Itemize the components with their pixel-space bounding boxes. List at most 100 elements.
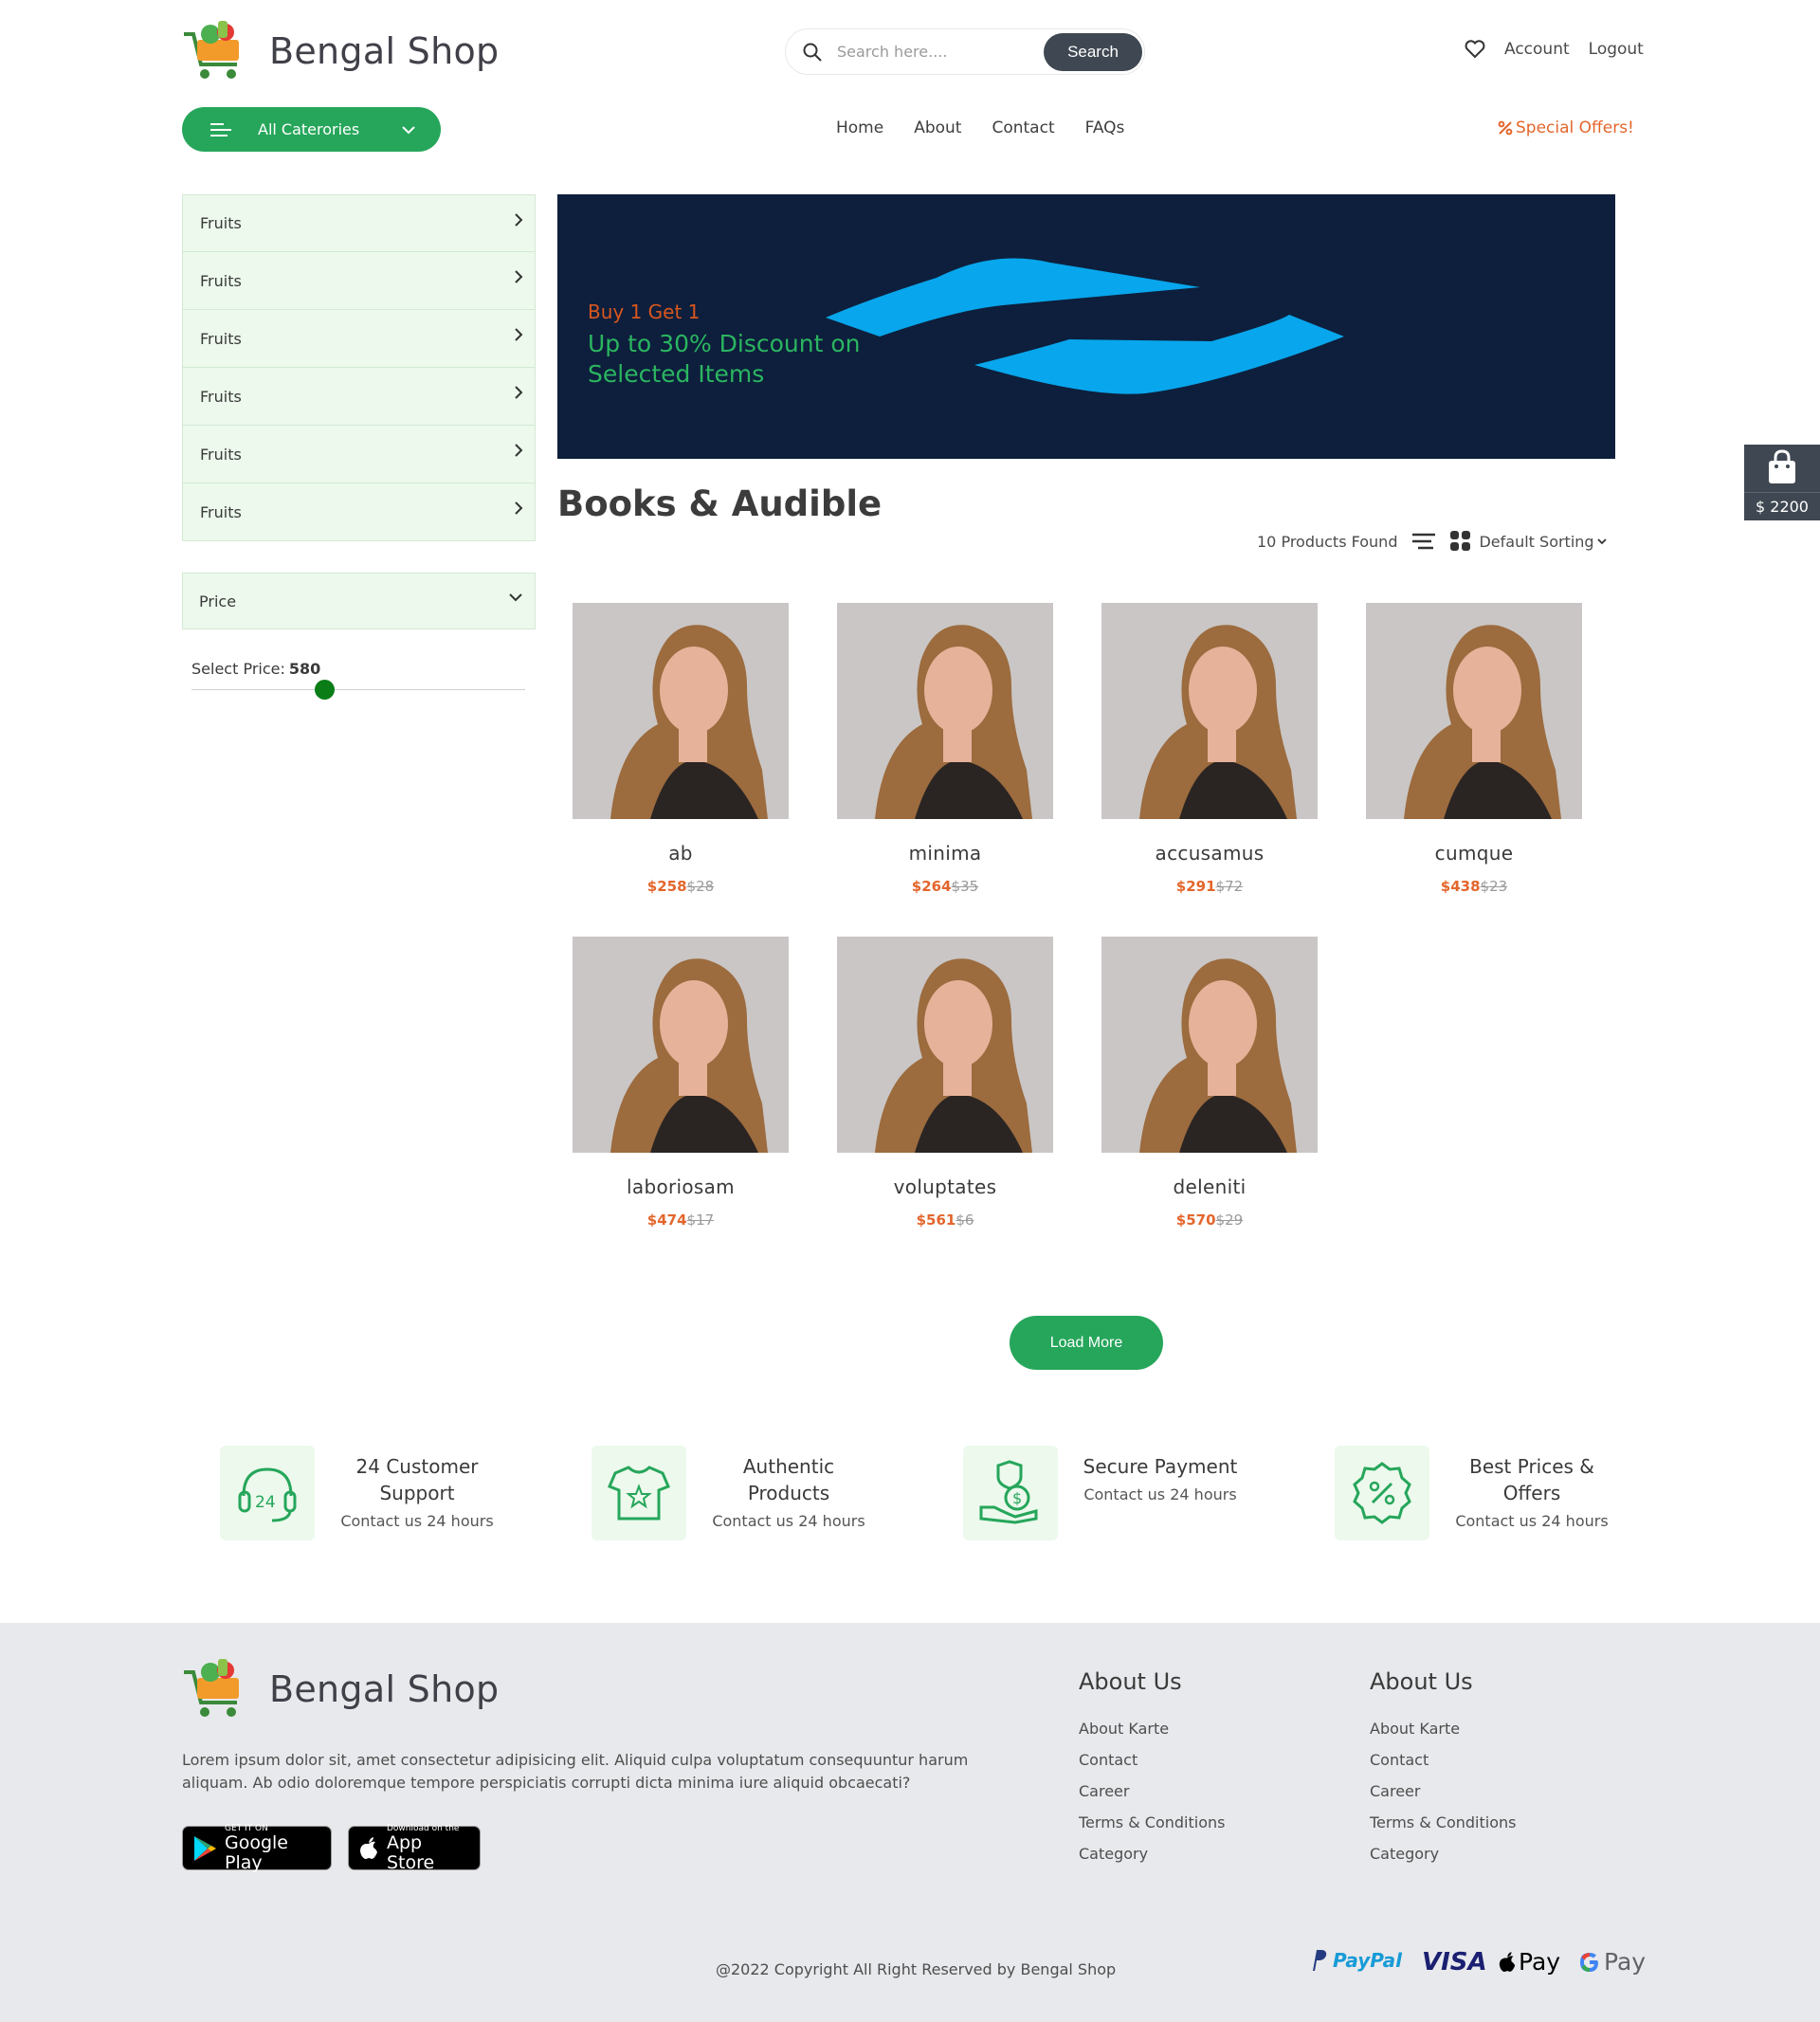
wishlist-heart-icon[interactable] <box>1465 40 1485 59</box>
footer-column-1: About Us About Karte Contact Career Term… <box>1079 1668 1225 1876</box>
footer-link-category[interactable]: Category <box>1079 1845 1225 1863</box>
price-filter-toggle[interactable]: Price <box>182 573 536 629</box>
main-navigation: Home About Contact FAQs <box>836 118 1155 137</box>
special-offers-label: Special Offers! <box>1516 118 1634 137</box>
product-prices: $561$6 <box>837 1211 1053 1229</box>
product-prices: $570$29 <box>1101 1211 1318 1229</box>
sidebar-item-fruits[interactable]: Fruits <box>182 310 536 368</box>
google-play-button[interactable]: GET IT ON Google Play <box>182 1823 332 1872</box>
footer-link-terms[interactable]: Terms & Conditions <box>1079 1813 1225 1831</box>
footer-link-about-karte[interactable]: About Karte <box>1370 1720 1516 1738</box>
footer-column-2: About Us About Karte Contact Career Term… <box>1370 1668 1516 1876</box>
product-image[interactable] <box>837 937 1053 1153</box>
product-image[interactable] <box>837 603 1053 819</box>
product-card[interactable]: deleniti $570$29 <box>1101 937 1318 1229</box>
product-card[interactable]: cumque $438$23 <box>1366 603 1582 895</box>
footer-link-contact[interactable]: Contact <box>1370 1751 1516 1769</box>
product-old-price: $17 <box>686 1211 715 1229</box>
product-card[interactable]: accusamus $291$72 <box>1101 603 1318 895</box>
footer-link-category[interactable]: Category <box>1370 1845 1516 1863</box>
product-old-price: $29 <box>1215 1211 1244 1229</box>
list-view-icon[interactable] <box>1412 532 1436 551</box>
feature-subtitle: Contact us 24 hours <box>1455 1512 1609 1530</box>
headset-24-icon: 24 <box>220 1446 315 1540</box>
load-more-button[interactable]: Load More <box>1010 1316 1163 1370</box>
app-store-button[interactable]: Download on the App Store <box>348 1824 481 1872</box>
shopping-cart-logo-icon <box>184 1659 239 1717</box>
banner-discount-line: Up to 30% Discount on Selected Items <box>588 330 861 388</box>
chevron-right-icon <box>514 212 523 228</box>
categories-label: All Caterories <box>258 120 360 138</box>
product-price: $570 <box>1175 1211 1216 1229</box>
sidebar-item-fruits[interactable]: Fruits <box>182 252 536 310</box>
sorting-dropdown[interactable]: Default Sorting <box>1479 533 1607 551</box>
nav-faqs[interactable]: FAQs <box>1085 118 1125 137</box>
special-offers-link[interactable]: Special Offers! <box>1498 118 1634 137</box>
feature-title: Secure Payment <box>1083 1455 1238 1478</box>
sidebar-item-label: Fruits <box>200 387 242 406</box>
chevron-down-icon <box>1596 537 1607 545</box>
floating-cart[interactable]: $ 2200 <box>1744 445 1820 520</box>
price-slider-track[interactable] <box>191 689 525 690</box>
footer-link-terms[interactable]: Terms & Conditions <box>1370 1813 1516 1831</box>
footer-link-career[interactable]: Career <box>1370 1782 1516 1800</box>
apple-icon <box>1498 1951 1517 1974</box>
google-play-small: GET IT ON <box>225 1823 268 1833</box>
product-toolbar: 10 Products Found Default Sorting <box>1257 531 1607 552</box>
product-image[interactable] <box>1101 603 1318 819</box>
chevron-right-icon <box>514 269 523 284</box>
product-card[interactable]: voluptates $561$6 <box>837 937 1053 1229</box>
logout-link[interactable]: Logout <box>1589 40 1644 59</box>
nav-home[interactable]: Home <box>836 118 883 137</box>
footer-brand-name: Bengal Shop <box>269 1668 500 1710</box>
product-card[interactable]: minima $264$35 <box>837 603 1053 895</box>
feature-authentic-products: Authentic Products Contact us 24 hours <box>592 1446 874 1540</box>
product-image[interactable] <box>573 937 789 1153</box>
product-name[interactable]: voluptates <box>837 1175 1053 1198</box>
account-link[interactable]: Account <box>1504 40 1570 59</box>
feature-title: 24 Customer Support <box>355 1455 479 1504</box>
product-image[interactable] <box>1101 937 1318 1153</box>
grid-view-icon[interactable] <box>1450 531 1471 552</box>
feature-subtitle: Contact us 24 hours <box>712 1512 865 1530</box>
product-name[interactable]: minima <box>837 842 1053 865</box>
product-image[interactable] <box>573 603 789 819</box>
sidebar-item-fruits[interactable]: Fruits <box>182 483 536 541</box>
search-bar: Search <box>785 28 1145 75</box>
product-prices: $474$17 <box>573 1211 789 1229</box>
apple-pay-text: Pay <box>1519 1948 1561 1976</box>
sidebar-item-fruits[interactable]: Fruits <box>182 368 536 426</box>
search-button[interactable]: Search <box>1044 33 1142 71</box>
footer-logo[interactable]: Bengal Shop <box>182 1659 499 1720</box>
footer-link-contact[interactable]: Contact <box>1079 1751 1225 1769</box>
select-price-text: Select Price: <box>191 660 285 678</box>
feature-title: Authentic Products <box>742 1455 835 1504</box>
product-name[interactable]: ab <box>573 842 789 865</box>
product-price: $264 <box>911 878 952 895</box>
sidebar-item-label: Fruits <box>200 214 242 232</box>
search-input[interactable] <box>837 43 1027 61</box>
product-card[interactable]: laboriosam $474$17 <box>573 937 789 1229</box>
section-title: Books & Audible <box>557 483 883 524</box>
feature-subtitle: Contact us 24 hours <box>1083 1485 1237 1503</box>
all-categories-button[interactable]: All Caterories <box>182 107 441 152</box>
product-image[interactable] <box>1366 603 1582 819</box>
footer-link-about-karte[interactable]: About Karte <box>1079 1720 1225 1738</box>
footer-link-career[interactable]: Career <box>1079 1782 1225 1800</box>
visa-logo: VISA <box>1422 1948 1487 1976</box>
product-card[interactable]: ab $258$28 <box>573 603 789 895</box>
sidebar-item-fruits[interactable]: Fruits <box>182 426 536 483</box>
banner-offer-line: Buy 1 Get 1 <box>588 301 701 323</box>
product-name[interactable]: accusamus <box>1101 842 1318 865</box>
product-name[interactable]: cumque <box>1366 842 1582 865</box>
price-slider-thumb[interactable] <box>315 680 336 700</box>
product-name[interactable]: deleniti <box>1101 1175 1318 1198</box>
nav-contact[interactable]: Contact <box>992 118 1054 137</box>
google-pay-text: Pay <box>1604 1948 1647 1976</box>
promo-banner[interactable]: Buy 1 Get 1 Up to 30% Discount on Select… <box>557 194 1615 459</box>
sidebar-item-fruits[interactable]: Fruits <box>182 194 536 252</box>
nav-about[interactable]: About <box>914 118 961 137</box>
product-name[interactable]: laboriosam <box>573 1175 789 1198</box>
site-logo[interactable]: Bengal Shop <box>182 21 499 82</box>
sidebar-item-label: Fruits <box>200 329 242 348</box>
